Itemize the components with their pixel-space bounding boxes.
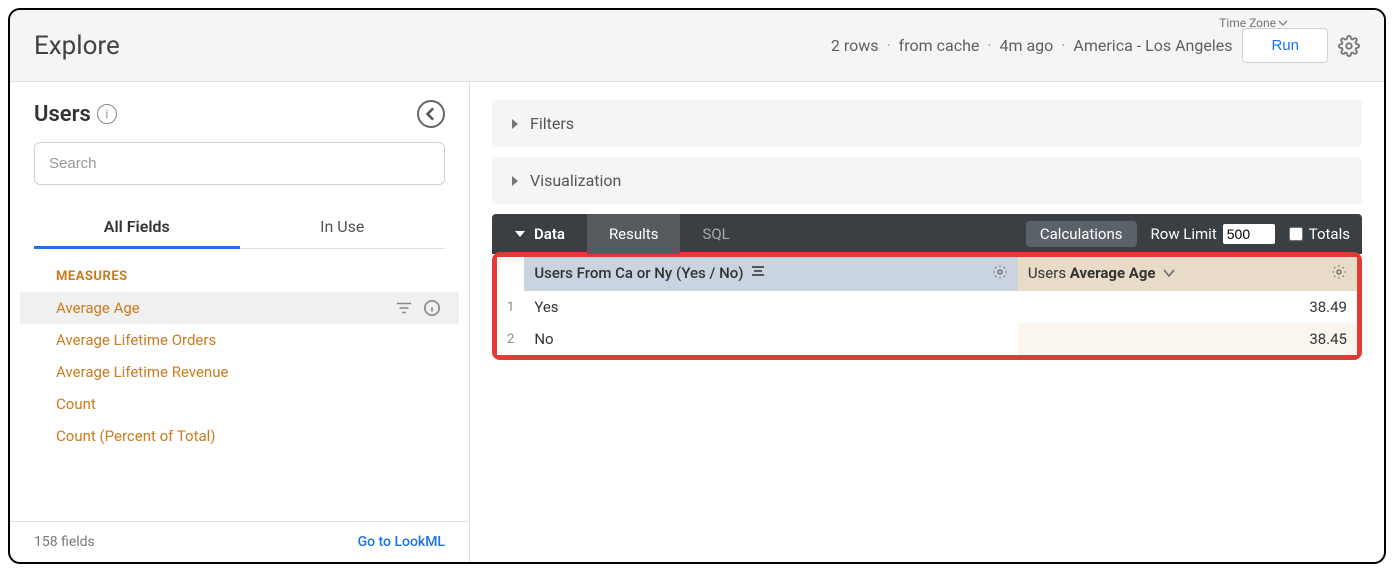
header: Explore Time Zone 2 rows · from cache · …	[10, 10, 1384, 82]
measure-cell: 38.45	[1018, 323, 1357, 355]
field-average-age[interactable]: Average Age	[20, 292, 459, 324]
collapse-sidebar-icon[interactable]	[417, 100, 445, 128]
data-bar: Data Results SQL Calculations Row Limit …	[492, 214, 1362, 254]
table-row[interactable]: 1 Yes 38.49	[497, 291, 1357, 323]
totals-toggle[interactable]: Totals	[1289, 225, 1350, 243]
sql-tab[interactable]: SQL	[680, 214, 751, 254]
field-count[interactable]: Count	[20, 388, 459, 420]
info-icon[interactable]	[423, 299, 441, 317]
visualization-panel[interactable]: Visualization	[492, 157, 1362, 204]
totals-checkbox[interactable]	[1289, 227, 1303, 241]
dimension-cell: No	[524, 323, 1018, 355]
chevron-down-icon	[1278, 18, 1288, 28]
measures-section-label: MEASURES	[20, 263, 459, 292]
sidebar: Users i All Fields In Use MEASURES Avera…	[10, 82, 470, 562]
sort-desc-icon	[1163, 268, 1175, 278]
field-label: Average Age	[56, 299, 140, 317]
page-title: Explore	[34, 31, 120, 61]
field-label: Average Lifetime Orders	[56, 331, 216, 349]
main-area: Filters Visualization Data Results SQL C…	[470, 82, 1384, 562]
results-tab[interactable]: Results	[587, 214, 681, 254]
run-button[interactable]: Run	[1242, 28, 1328, 63]
measure-gear-icon[interactable]	[1331, 264, 1347, 284]
field-average-lifetime-revenue[interactable]: Average Lifetime Revenue	[20, 356, 459, 388]
field-average-lifetime-orders[interactable]: Average Lifetime Orders	[20, 324, 459, 356]
data-tab[interactable]: Data	[492, 214, 587, 254]
tab-all-fields[interactable]: All Fields	[34, 207, 240, 249]
dimension-column-header[interactable]: Users From Ca or Ny (Yes / No)	[524, 257, 1018, 291]
totals-label: Totals	[1309, 225, 1350, 243]
field-label: Count (Percent of Total)	[56, 427, 216, 445]
go-to-lookml-link[interactable]: Go to LookML	[358, 534, 445, 550]
field-count-percent[interactable]: Count (Percent of Total)	[20, 420, 459, 452]
row-limit-input[interactable]	[1223, 224, 1275, 244]
results-table: Users From Ca or Ny (Yes / No)	[497, 257, 1357, 355]
info-icon[interactable]: i	[97, 104, 117, 124]
timezone-selector[interactable]: Time Zone	[1219, 16, 1288, 30]
measure-cell: 38.49	[1018, 291, 1357, 323]
sidebar-title: Users	[34, 102, 91, 127]
visualization-label: Visualization	[530, 171, 621, 190]
gear-icon[interactable]	[1338, 35, 1360, 57]
field-label: Average Lifetime Revenue	[56, 363, 228, 381]
rownum-cell: 1	[497, 291, 524, 323]
timezone-label: Time Zone	[1219, 16, 1276, 30]
field-count-label: 158 fields	[34, 534, 95, 550]
caret-down-icon	[514, 229, 526, 239]
pivot-icon	[751, 264, 765, 278]
table-row[interactable]: 2 No 38.45	[497, 323, 1357, 355]
search-input[interactable]	[34, 142, 445, 185]
filters-label: Filters	[530, 114, 574, 133]
dimension-cell: Yes	[524, 291, 1018, 323]
filters-panel[interactable]: Filters	[492, 100, 1362, 147]
status-bar: 2 rows · from cache · 4m ago · America -…	[831, 36, 1233, 55]
results-table-highlight: Users From Ca or Ny (Yes / No)	[492, 252, 1362, 360]
dimension-gear-icon[interactable]	[992, 264, 1008, 284]
filter-icon[interactable]	[395, 299, 413, 317]
tab-in-use[interactable]: In Use	[240, 207, 446, 249]
calculations-button[interactable]: Calculations	[1026, 221, 1137, 247]
field-label: Count	[56, 395, 96, 413]
measure-column-header[interactable]: Users Average Age	[1018, 257, 1357, 291]
rownum-cell: 2	[497, 323, 524, 355]
row-limit-label: Row Limit	[1151, 225, 1217, 243]
caret-right-icon	[510, 175, 520, 187]
caret-right-icon	[510, 118, 520, 130]
rownum-header	[497, 257, 524, 291]
